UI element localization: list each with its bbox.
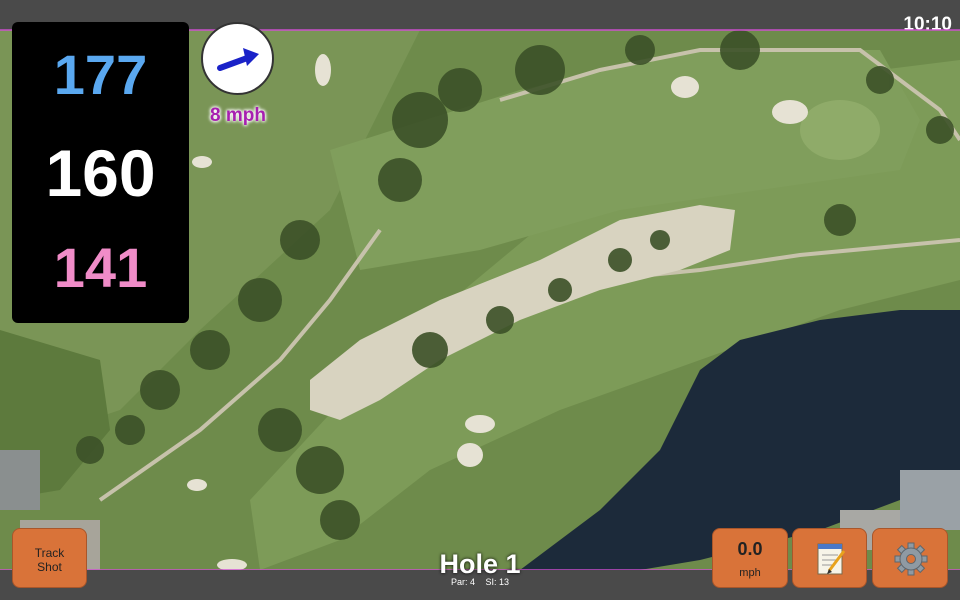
wind-direction-indicator	[201, 22, 274, 95]
hole-title: Hole 1	[439, 549, 521, 579]
hole-par: Par: 4	[450, 577, 475, 587]
hole-info: Par: 4 SI: 13	[380, 577, 580, 587]
front-distance: 141	[53, 236, 148, 299]
notes-button[interactable]	[792, 528, 867, 588]
track-shot-label-line2: Shot	[37, 560, 62, 574]
gear-icon	[894, 542, 928, 576]
track-shot-button[interactable]: Track Shot	[12, 528, 87, 588]
hole-stroke-index: SI: 13	[485, 577, 510, 587]
wind-button-value: 0.0	[737, 539, 763, 559]
settings-button[interactable]	[872, 528, 948, 588]
back-distance: 177	[53, 43, 148, 106]
wind-speed-button[interactable]: 0.0 mph	[712, 528, 788, 588]
track-shot-label-line1: Track	[34, 546, 65, 560]
wind-speed-label: 8 mph	[210, 105, 266, 126]
center-distance: 160	[45, 136, 156, 210]
wind-arrow-icon	[217, 48, 259, 71]
wind-button-unit: mph	[739, 567, 761, 579]
notepad-icon	[817, 543, 846, 575]
distance-panel: 177 160 141	[12, 22, 189, 323]
